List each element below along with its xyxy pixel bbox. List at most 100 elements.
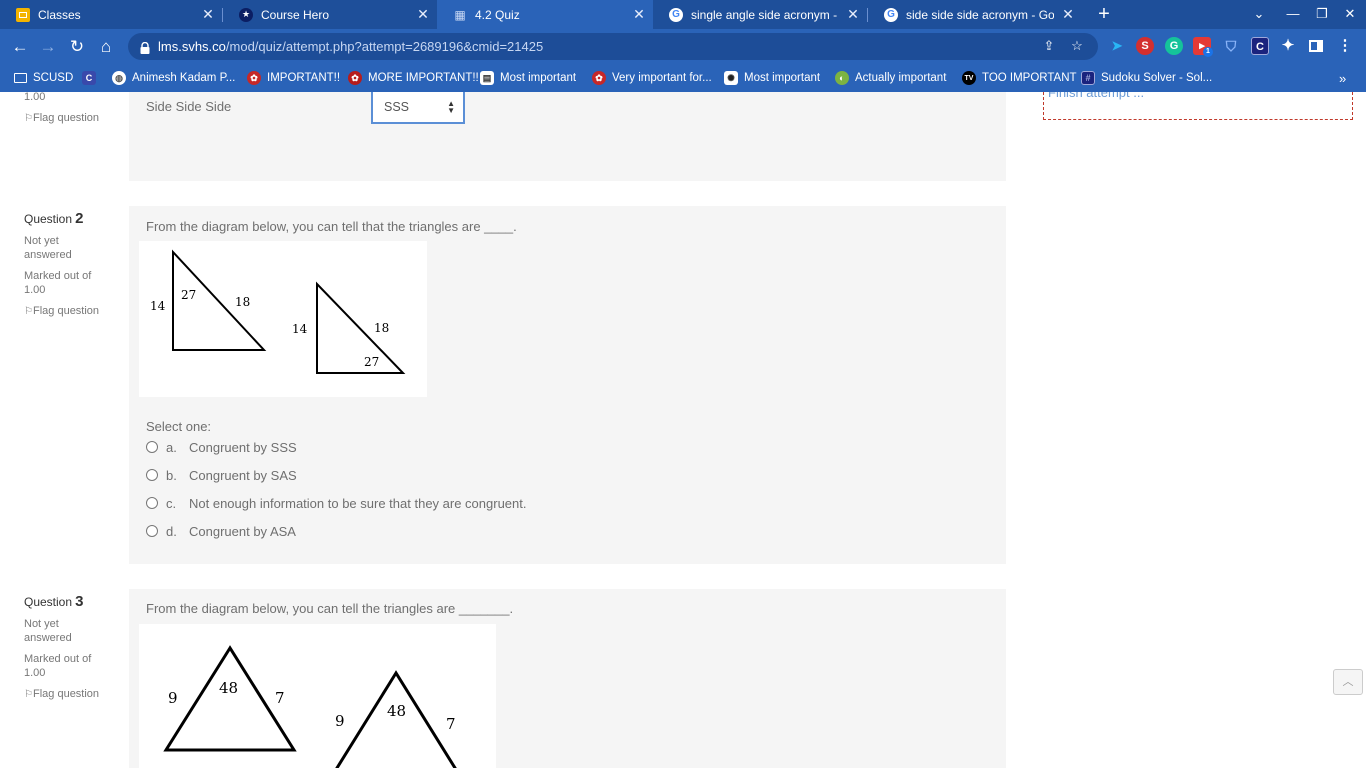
- close-window-icon[interactable]: ✕: [1340, 4, 1360, 24]
- extension-c-icon[interactable]: C: [1251, 37, 1269, 55]
- bookmark-important[interactable]: ✿ IMPORTANT!!: [247, 68, 340, 88]
- extension-arrow-icon[interactable]: ➤: [1108, 37, 1126, 55]
- t1-angle-label: 27: [181, 288, 196, 302]
- bookmark-label: Most important: [500, 72, 577, 84]
- question-label: Question: [24, 595, 73, 609]
- finish-attempt-link[interactable]: Finish attempt ...: [1048, 92, 1144, 100]
- google-icon: G: [884, 7, 898, 22]
- tab-classes[interactable]: Classes ✕: [0, 0, 222, 29]
- tab-course-hero[interactable]: ★ Course Hero ✕: [223, 0, 437, 29]
- bookmark-too-important[interactable]: TV TOO IMPORTANT: [962, 68, 1077, 88]
- bookmark-label: Very important for...: [612, 72, 712, 84]
- kebab-menu-icon[interactable]: ⋮: [1336, 37, 1354, 55]
- t2-top-label: 48: [387, 702, 406, 720]
- bookmark-most-important-1[interactable]: ▤ Most important: [480, 68, 576, 88]
- home-icon[interactable]: ⌂: [95, 36, 117, 58]
- radio-button[interactable]: [146, 497, 158, 509]
- globe-icon: ◍: [112, 71, 126, 85]
- question-number: 3: [75, 593, 84, 610]
- reload-icon[interactable]: ↻: [66, 36, 88, 58]
- flag-icon: ⚐: [24, 306, 33, 317]
- close-tab-icon[interactable]: ✕: [631, 6, 647, 23]
- flag-icon: ⚐: [24, 113, 33, 124]
- bookmark-animesh[interactable]: ◍ Animesh Kadam P...: [112, 68, 235, 88]
- question-3-marks: Marked out of 1.00: [24, 653, 92, 679]
- question-label: Question: [24, 212, 73, 226]
- coursehero-icon: ★: [239, 7, 253, 22]
- chevron-up-icon: ︿: [1342, 676, 1354, 688]
- bookmark-more-important[interactable]: ✿ MORE IMPORTANT!!: [348, 68, 479, 88]
- radio-button[interactable]: [146, 469, 158, 481]
- tab-search-2[interactable]: G side side side acronym - Google ✕: [868, 0, 1082, 29]
- tab-title: 4.2 Quiz: [475, 7, 520, 22]
- close-tab-icon[interactable]: ✕: [1060, 6, 1076, 23]
- back-to-top-button[interactable]: ︿: [1333, 669, 1363, 695]
- restore-icon[interactable]: ❐: [1312, 4, 1332, 24]
- flag-label: Flag question: [33, 112, 100, 124]
- close-tab-icon[interactable]: ✕: [200, 6, 216, 23]
- bookmark-star-icon[interactable]: ☆: [1068, 37, 1086, 55]
- bookmark-most-important-2[interactable]: ✺ Most important: [724, 68, 820, 88]
- green-logo-icon: ◐: [835, 71, 849, 85]
- close-tab-icon[interactable]: ✕: [415, 6, 431, 23]
- bookmark-very-important[interactable]: ✿ Very important for...: [592, 68, 712, 88]
- radio-button[interactable]: [146, 441, 158, 453]
- url-host: lms.svhs.co: [158, 39, 226, 54]
- new-tab-button[interactable]: +: [1094, 4, 1114, 24]
- tab-title: Course Hero: [261, 7, 330, 22]
- puzzle-icon[interactable]: ✦: [1279, 37, 1297, 55]
- lock-icon: [140, 41, 150, 54]
- answer-select[interactable]: SSS ▲ ▼: [371, 92, 465, 124]
- shield-icon[interactable]: ⛉: [1222, 37, 1240, 55]
- option-d[interactable]: d. Congruent by ASA: [146, 522, 296, 540]
- question-2-content: From the diagram below, you can tell tha…: [129, 206, 1006, 564]
- back-icon[interactable]: ←: [9, 36, 31, 58]
- bookmark-c[interactable]: C: [82, 68, 102, 88]
- option-a[interactable]: a. Congruent by SSS: [146, 438, 297, 456]
- tab-search-1[interactable]: G single angle side acronym - Goo ✕: [653, 0, 867, 29]
- extension-badge-icon[interactable]: ▸ 1: [1193, 37, 1213, 57]
- tv-icon: TV: [962, 71, 976, 85]
- option-letter: b.: [166, 467, 177, 483]
- t2-right-label: 7: [446, 715, 456, 733]
- forward-icon[interactable]: →: [37, 36, 59, 58]
- t2-hyp-label: 18: [374, 321, 389, 335]
- select-value: SSS: [384, 100, 410, 114]
- bookmark-sudoku[interactable]: # Sudoku Solver - Sol...: [1081, 68, 1212, 88]
- question-number: 2: [75, 210, 84, 227]
- t2-angle-label: 27: [364, 355, 379, 369]
- radio-button[interactable]: [146, 525, 158, 537]
- option-b[interactable]: b. Congruent by SAS: [146, 466, 297, 484]
- bookmark-label: IMPORTANT!!: [267, 72, 341, 84]
- bookmark-label: Actually important: [855, 72, 947, 84]
- share-icon[interactable]: ⇪: [1040, 37, 1058, 55]
- select-one-label: Select one:: [146, 419, 212, 434]
- t2-side-label: 14: [292, 322, 308, 336]
- question-3-text: From the diagram below, you can tell the…: [146, 601, 514, 616]
- bookmark-actually-important[interactable]: ◐ Actually important: [835, 68, 946, 88]
- close-tab-icon[interactable]: ✕: [845, 6, 861, 23]
- openai-icon: ✺: [724, 71, 738, 85]
- flag-question-2[interactable]: ⚐Flag question: [24, 304, 104, 319]
- extension-s-icon[interactable]: S: [1136, 37, 1154, 55]
- tab-quiz[interactable]: ▦ 4.2 Quiz ✕: [437, 0, 653, 29]
- side-panel-icon[interactable]: [1307, 37, 1325, 55]
- bookmark-folder-scusd[interactable]: SCUSD: [14, 68, 73, 88]
- bookmark-label: MORE IMPORTANT!!: [368, 72, 479, 84]
- flag-label: Flag question: [33, 688, 100, 700]
- option-text: Not enough information to be sure that t…: [189, 495, 527, 511]
- option-c[interactable]: c. Not enough information to be sure that…: [146, 494, 527, 512]
- t1-left-label: 9: [168, 689, 178, 707]
- flag-question-3[interactable]: ⚐Flag question: [24, 687, 104, 702]
- tab-search-dropdown-icon[interactable]: ⌄: [1249, 4, 1269, 24]
- address-bar[interactable]: lms.svhs.co/mod/quiz/attempt.php?attempt…: [128, 33, 1098, 60]
- minimize-icon[interactable]: —: [1283, 4, 1303, 24]
- triangles-diagram-q3: 9 48 7 9 48 7: [139, 624, 496, 768]
- more-bookmarks-icon[interactable]: »: [1339, 68, 1346, 88]
- option-letter: a.: [166, 439, 177, 455]
- bookmark-label: Animesh Kadam P...: [132, 72, 236, 84]
- flag-question-1[interactable]: ⚐Flag question: [24, 111, 104, 126]
- grammarly-icon[interactable]: G: [1165, 37, 1183, 55]
- page-icon: ▤: [480, 71, 494, 85]
- question-2-text: From the diagram below, you can tell tha…: [146, 219, 517, 234]
